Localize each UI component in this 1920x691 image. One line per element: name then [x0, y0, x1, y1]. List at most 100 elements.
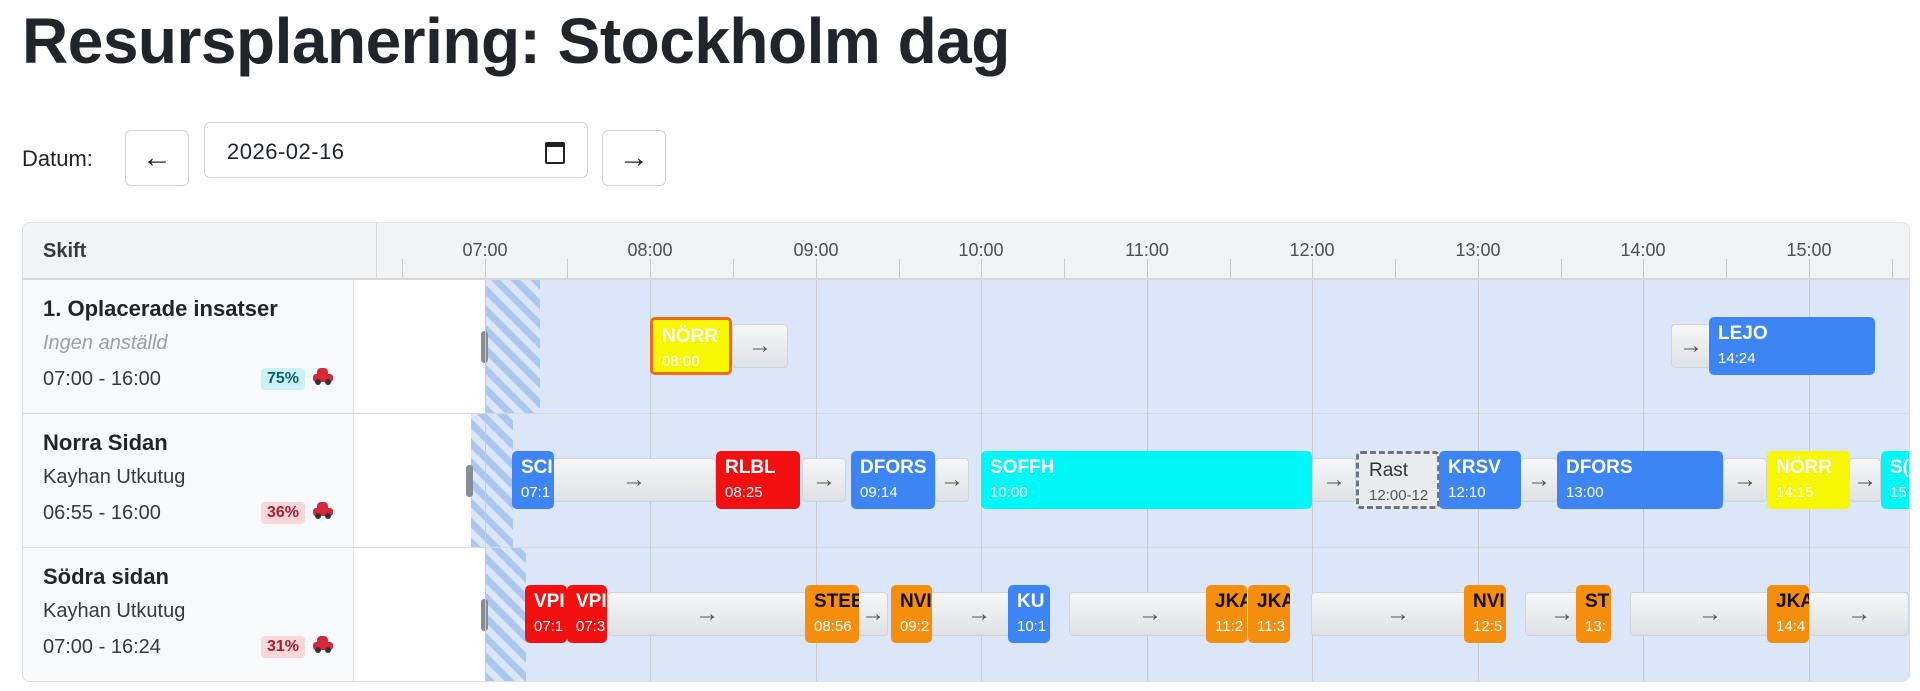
utilization-badge: 36% [261, 502, 306, 524]
assignment-block[interactable]: NÖRR 08:00 [650, 317, 732, 375]
assignment-block[interactable]: NVI 12:5 [1464, 585, 1506, 643]
assignment-code: NÖRR [662, 326, 718, 347]
assignment-block[interactable]: NÖRR 14:15 [1767, 451, 1850, 509]
assignment-block[interactable]: KRSV 12:10 [1439, 451, 1521, 509]
schedule-grid: Skift 07:00 08:00 09:00 10:00 11:00 12:0… [22, 222, 1910, 682]
travel-segment[interactable]: → [1809, 592, 1909, 636]
assignment-code: S( [1890, 457, 1909, 478]
car-icon [313, 368, 333, 385]
assignment-block[interactable]: NVI 09:2 [891, 585, 932, 643]
assignment-code: KU [1017, 591, 1045, 612]
date-input-value: 2026-02-16 [227, 139, 345, 164]
break-time: 12:00-12 [1369, 487, 1429, 504]
previous-day-button[interactable]: ← [125, 130, 189, 186]
date-label: Datum: [22, 146, 93, 171]
travel-segment[interactable]: → [1311, 592, 1485, 636]
assignment-block[interactable]: RLBL 08:25 [716, 451, 800, 509]
assignment-time: 14:4 [1776, 618, 1806, 635]
assignment-block[interactable]: JKA 11:2 [1206, 585, 1247, 643]
shift-label-sodra-sidan: Södra sidan Kayhan Utkutug 07:00 - 16:24… [23, 548, 354, 681]
hour-label: 15:00 [1786, 240, 1832, 260]
assignment-time: 13: [1585, 618, 1606, 635]
shift-time: 06:55 - 16:00 [43, 502, 161, 524]
assignment-code: RLBL [725, 457, 776, 478]
travel-segment[interactable]: → [1312, 458, 1356, 502]
assignment-code: NVI [1473, 591, 1505, 612]
assignment-code: SOFFH [990, 457, 1055, 478]
hour-label: 11:00 [1125, 240, 1169, 260]
assignment-block[interactable]: KU 10:1 [1008, 585, 1050, 643]
travel-segment[interactable]: → [858, 592, 888, 636]
assignment-block[interactable]: STEE 08:56 [805, 585, 859, 643]
assignment-block[interactable]: DFORS 09:14 [851, 451, 935, 509]
assignment-block[interactable]: LEJO 14:24 [1709, 317, 1875, 375]
hour-label: 10:00 [958, 240, 1004, 260]
assignment-time: 09:14 [860, 484, 898, 501]
assignment-code: DFORS [1566, 457, 1633, 478]
date-input[interactable]: 2026-02-16 [204, 122, 588, 178]
assignment-time: 12:10 [1448, 484, 1486, 501]
assignment-time: 13:00 [1566, 484, 1604, 501]
travel-segment[interactable]: → [1723, 458, 1767, 502]
assignment-time: 10:00 [990, 484, 1028, 501]
travel-segment[interactable]: → [1671, 324, 1711, 368]
travel-segment[interactable]: → [935, 458, 969, 502]
assignment-time: 14:24 [1718, 350, 1756, 367]
assignment-code: VPI [576, 591, 607, 612]
hour-label: 07:00 [462, 240, 508, 260]
shift-start-handle[interactable] [466, 465, 473, 497]
assignment-block[interactable]: S( 15 [1881, 451, 1909, 509]
next-day-button[interactable]: → [602, 130, 666, 186]
hour-label: 08:00 [627, 240, 673, 260]
assignment-code: LEJO [1718, 323, 1768, 344]
assignment-code: JKA [1776, 591, 1809, 612]
assignment-time: 11:3 [1257, 618, 1286, 635]
assignment-code: DFORS [860, 457, 927, 478]
calendar-icon[interactable] [545, 139, 565, 164]
shift-time: 07:00 - 16:24 [43, 636, 161, 658]
utilization-badge: 75% [261, 368, 306, 390]
assignment-time: 08:25 [725, 484, 763, 501]
hour-label: 13:00 [1455, 240, 1501, 260]
assignment-time: 15 [1890, 484, 1907, 501]
assignment-code: VPI [534, 591, 565, 612]
assignment-code: SCI [521, 457, 553, 478]
assignment-time: 07:1 [521, 484, 551, 501]
travel-segment[interactable]: → [732, 324, 788, 368]
assignment-time: 14:15 [1776, 484, 1814, 501]
travel-segment[interactable]: → [1849, 458, 1881, 502]
shift-employee: Ingen anställd [43, 332, 168, 354]
assignment-code: NVI [900, 591, 932, 612]
assignment-block[interactable]: SCI 07:1 [512, 451, 554, 509]
shift-title: Södra sidan [43, 564, 169, 589]
assignment-time: 11:2 [1215, 618, 1244, 635]
travel-segment[interactable]: → [802, 458, 846, 502]
assignment-block[interactable]: VPI 07:3 [567, 585, 607, 643]
assignment-block[interactable]: VPI 07:1 [525, 585, 567, 643]
shift-column-header: Skift [43, 240, 87, 262]
assignment-block[interactable]: SOFFH 10:00 [981, 451, 1312, 509]
assignment-code: STEE [814, 591, 859, 612]
shift-label-unplaced: 1. Oplacerade insatser Ingen anställd 07… [23, 280, 354, 413]
travel-segment[interactable]: → [1630, 592, 1790, 636]
travel-segment[interactable]: → [607, 592, 807, 636]
timeline-header: Skift 07:00 08:00 09:00 10:00 11:00 12:0… [23, 223, 1909, 280]
utilization-badge: 31% [261, 636, 306, 658]
assignment-block[interactable]: ST 13: [1576, 585, 1611, 643]
shift-employee: Kayhan Utkutug [43, 466, 186, 488]
assignment-time: 09:2 [900, 618, 930, 635]
shift-label-norra-sidan: Norra Sidan Kayhan Utkutug 06:55 - 16:00… [23, 414, 354, 547]
shift-employee: Kayhan Utkutug [43, 600, 186, 622]
assignment-code: ST [1585, 591, 1610, 612]
assignment-block[interactable]: JKA 11:3 [1248, 585, 1290, 643]
assignment-time: 08:56 [814, 618, 852, 635]
hour-label: 09:00 [793, 240, 839, 260]
travel-segment[interactable]: → [552, 458, 716, 502]
hour-label: 14:00 [1620, 240, 1666, 260]
travel-segment[interactable]: → [1520, 458, 1558, 502]
assignment-time: 08:00 [662, 353, 700, 370]
assignment-block[interactable]: JKA 14:4 [1767, 585, 1809, 643]
break-block[interactable]: Rast 12:00-12 [1356, 451, 1440, 509]
assignment-code: JKA [1257, 591, 1290, 612]
assignment-block[interactable]: DFORS 13:00 [1557, 451, 1723, 509]
